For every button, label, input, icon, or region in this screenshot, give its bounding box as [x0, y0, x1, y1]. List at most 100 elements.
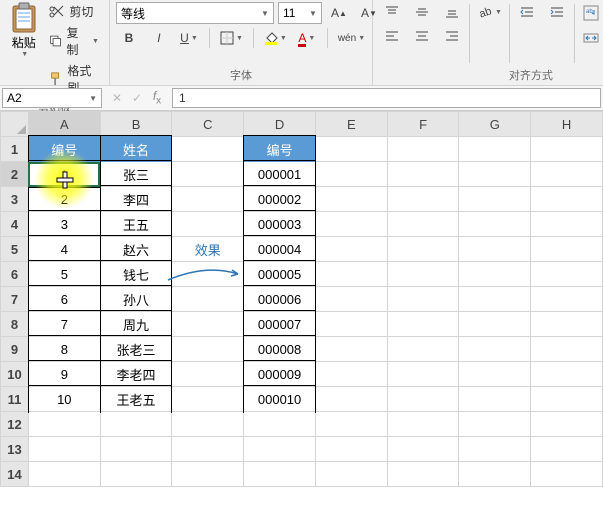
cell[interactable] [387, 287, 459, 312]
cell[interactable]: 9 [28, 362, 100, 387]
cell[interactable]: 4 [28, 237, 100, 262]
italic-button[interactable]: I [146, 28, 172, 48]
cut-button[interactable]: 剪切 [45, 2, 103, 21]
align-right-button[interactable] [439, 26, 465, 46]
formula-input[interactable]: 1 [172, 88, 601, 108]
cell[interactable] [459, 287, 531, 312]
align-middle-button[interactable] [409, 2, 435, 22]
name-box[interactable]: A2 ▼ [2, 88, 102, 108]
cell[interactable] [459, 362, 531, 387]
cell[interactable] [459, 462, 531, 487]
cell[interactable] [387, 362, 459, 387]
row-header[interactable]: 12 [1, 412, 29, 437]
cell[interactable] [244, 412, 316, 437]
cell[interactable] [172, 462, 244, 487]
col-header-C[interactable]: C [172, 112, 244, 137]
cell[interactable]: 000006 [244, 287, 316, 312]
cell[interactable] [244, 462, 316, 487]
row-header[interactable]: 3 [1, 187, 29, 212]
cell[interactable] [316, 137, 388, 162]
orientation-button[interactable]: ab ▼ [474, 2, 505, 22]
decrease-indent-button[interactable] [514, 2, 540, 22]
row-header[interactable]: 1 [1, 137, 29, 162]
cancel-formula-button[interactable]: ✕ [108, 91, 126, 105]
cell[interactable] [172, 287, 244, 312]
cell[interactable] [459, 262, 531, 287]
cell[interactable]: 8 [28, 337, 100, 362]
cell[interactable]: 编号 [28, 137, 100, 162]
row-header[interactable]: 13 [1, 437, 29, 462]
font-name-combo[interactable]: 等线 ▼ [116, 2, 274, 24]
cell[interactable]: 000003 [244, 212, 316, 237]
cell[interactable]: 李老四 [100, 362, 172, 387]
cell[interactable] [244, 437, 316, 462]
cell[interactable]: 000007 [244, 312, 316, 337]
cell[interactable] [387, 237, 459, 262]
row-header[interactable]: 8 [1, 312, 29, 337]
cell[interactable] [172, 337, 244, 362]
col-header-A[interactable]: A [28, 112, 100, 137]
cell[interactable] [316, 262, 388, 287]
fill-color-button[interactable]: ▼ [261, 28, 290, 48]
increase-indent-button[interactable] [544, 2, 570, 22]
cell[interactable] [387, 187, 459, 212]
cell[interactable]: 王五 [100, 212, 172, 237]
cell[interactable]: 周九 [100, 312, 172, 337]
cell[interactable] [172, 162, 244, 187]
cell[interactable] [172, 262, 244, 287]
cell[interactable] [531, 162, 603, 187]
cell[interactable] [531, 212, 603, 237]
select-all-corner[interactable] [1, 112, 29, 137]
cell[interactable] [387, 412, 459, 437]
cell[interactable] [459, 337, 531, 362]
cell[interactable] [100, 462, 172, 487]
cell[interactable] [100, 412, 172, 437]
cell[interactable] [172, 362, 244, 387]
cell[interactable] [531, 387, 603, 412]
row-header[interactable]: 6 [1, 262, 29, 287]
cell[interactable] [316, 387, 388, 412]
cell[interactable] [387, 337, 459, 362]
cell[interactable] [387, 312, 459, 337]
cell[interactable] [459, 187, 531, 212]
cell[interactable] [316, 362, 388, 387]
font-color-button[interactable]: A ▼ [294, 28, 320, 48]
cell[interactable] [316, 162, 388, 187]
cell[interactable] [316, 187, 388, 212]
worksheet-grid[interactable]: A B C D E F G H 1编号姓名编号21张三00000132李四000… [0, 111, 603, 521]
cell[interactable] [459, 212, 531, 237]
cell[interactable] [531, 462, 603, 487]
fx-button[interactable]: fx [148, 89, 166, 106]
cell[interactable] [531, 337, 603, 362]
cell[interactable] [531, 187, 603, 212]
merge-center-button[interactable]: 合并后居中 ▼ [579, 27, 603, 48]
cell[interactable] [316, 287, 388, 312]
cell[interactable]: 6 [28, 287, 100, 312]
row-header[interactable]: 7 [1, 287, 29, 312]
cell[interactable] [28, 462, 100, 487]
align-bottom-button[interactable] [439, 2, 465, 22]
phonetic-button[interactable]: wén ▼ [335, 28, 368, 48]
cell[interactable] [28, 437, 100, 462]
cell[interactable] [387, 462, 459, 487]
cell[interactable] [316, 237, 388, 262]
col-header-B[interactable]: B [100, 112, 172, 137]
cell[interactable] [172, 312, 244, 337]
wrap-text-button[interactable]: ab 自动换行 [579, 2, 603, 23]
cell[interactable] [459, 237, 531, 262]
cell[interactable]: 2 [28, 187, 100, 212]
cell[interactable] [459, 412, 531, 437]
row-header[interactable]: 14 [1, 462, 29, 487]
cell[interactable] [316, 412, 388, 437]
cell[interactable] [531, 287, 603, 312]
row-header[interactable]: 9 [1, 337, 29, 362]
align-center-button[interactable] [409, 26, 435, 46]
cell[interactable]: 李四 [100, 187, 172, 212]
cell[interactable]: 000010 [244, 387, 316, 412]
cell[interactable] [459, 162, 531, 187]
cell[interactable] [172, 212, 244, 237]
cell[interactable]: 张三 [100, 162, 172, 187]
cell[interactable] [316, 312, 388, 337]
paste-button[interactable]: 粘贴 ▼ [6, 2, 41, 58]
cell[interactable] [387, 262, 459, 287]
